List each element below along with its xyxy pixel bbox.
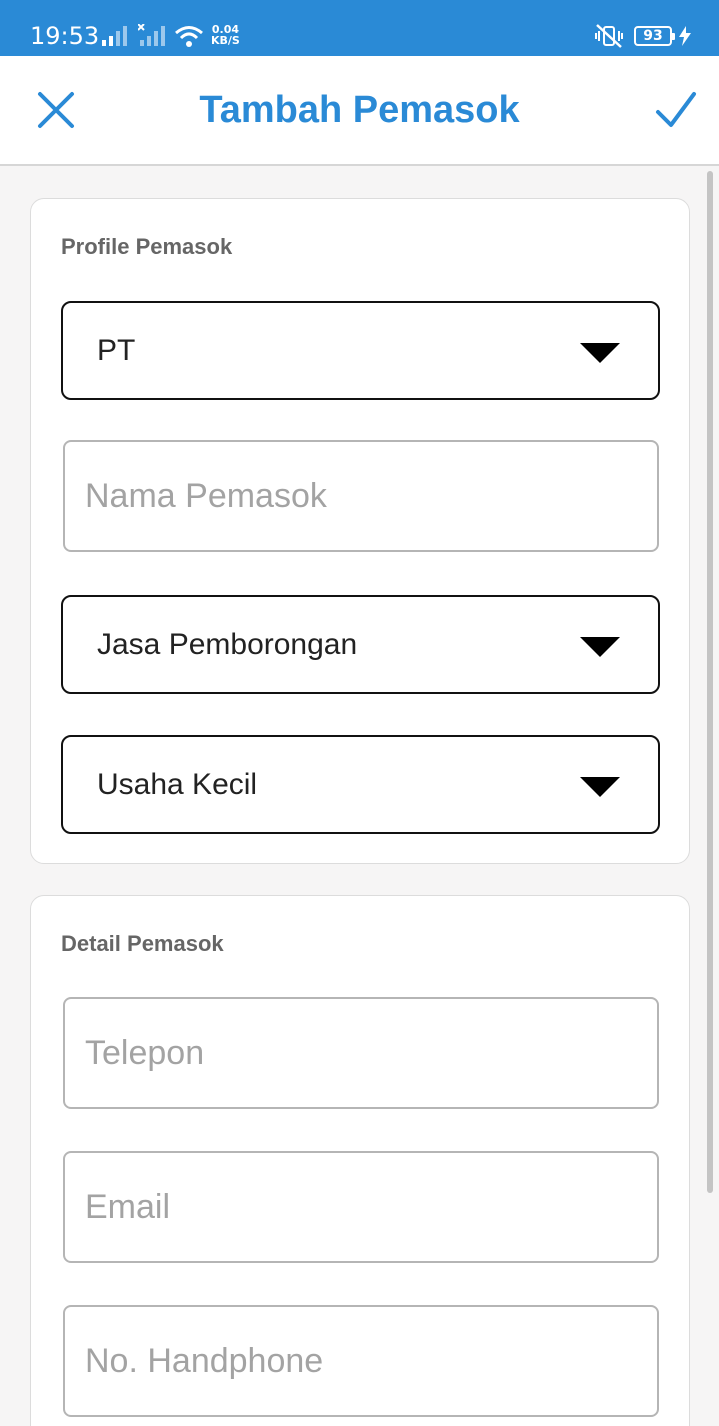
company-type-value: PT [97,334,136,367]
signal-icon [102,24,130,51]
business-scale-dropdown[interactable]: Usaha Kecil [61,735,660,834]
dropdown-arrow-icon [580,343,620,363]
wifi-icon [174,25,204,52]
profile-section-title: Profile Pemasok [61,234,233,259]
profile-section-card: Profile Pemasok PT Jasa Pemborongan Usah… [30,198,690,864]
business-field-value: Jasa Pemborongan [97,628,358,661]
scrollbar[interactable] [707,171,713,1193]
phone-field[interactable] [63,997,659,1109]
email-field[interactable] [63,1151,659,1263]
detail-section-title: Detail Pemasok [61,931,224,956]
battery-icon: 93 [634,26,675,46]
page-title: Tambah Pemasok [199,89,520,131]
company-type-dropdown[interactable]: PT [61,301,660,400]
dropdown-arrow-icon [580,777,620,797]
business-scale-value: Usaha Kecil [97,768,258,801]
detail-section-card: Detail Pemasok [30,895,690,1426]
mobile-phone-field[interactable] [63,1305,659,1417]
vibrate-off-icon [594,24,624,53]
status-bar: 19:53 0.04 KB/S 93 [0,0,719,56]
network-speed-unit: KB/S [211,34,240,47]
dropdown-arrow-icon [580,637,620,657]
network-speed: 0.04 KB/S [211,24,240,46]
save-button[interactable] [648,82,704,138]
check-icon [656,92,696,127]
status-time: 19:53 [30,22,100,50]
app-bar: Tambah Pemasok [0,56,719,166]
supplier-name-field[interactable] [63,440,659,552]
business-field-dropdown[interactable]: Jasa Pemborongan [61,595,660,694]
signal-no-service-icon [137,23,168,51]
charging-icon [678,26,692,51]
